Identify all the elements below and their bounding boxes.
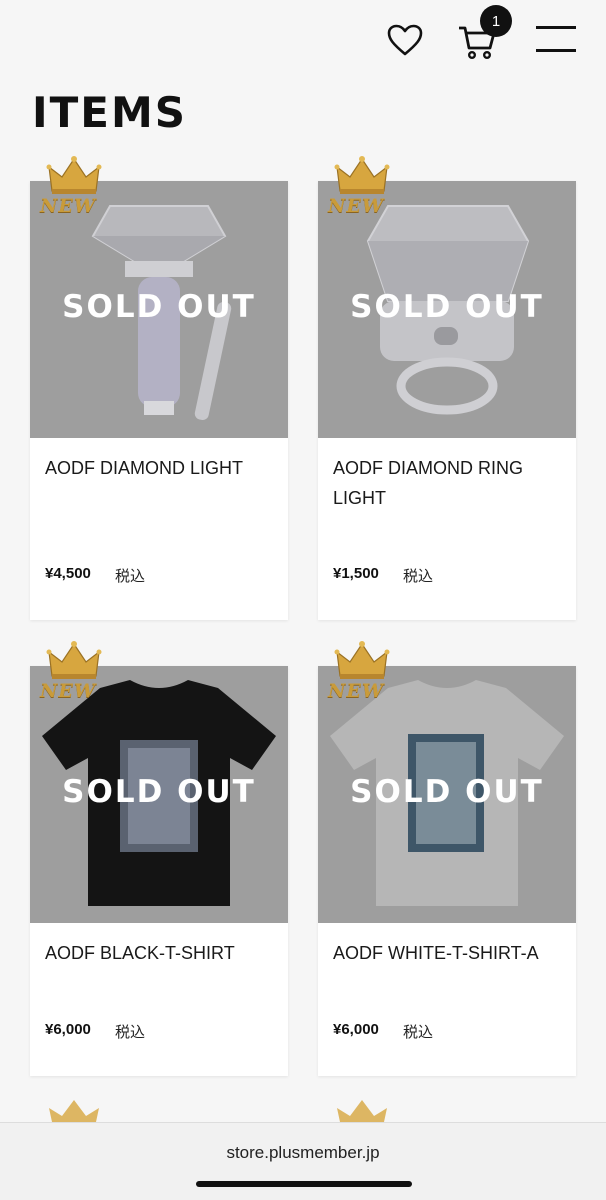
home-indicator[interactable] <box>196 1181 412 1187</box>
top-bar: 1 <box>0 0 606 80</box>
page-title: ITEMS <box>32 88 188 137</box>
sold-out-label: SOLD OUT <box>350 774 544 810</box>
product-card[interactable]: SOLD OUT AODF WHITE-T-SHIRT-A ¥6,000 税込 <box>318 666 576 1076</box>
product-price: ¥4,500 <box>45 565 91 582</box>
crown-icon <box>46 156 102 194</box>
new-badge-label: NEW <box>328 195 385 217</box>
tax-label: 税込 <box>115 1024 146 1041</box>
new-badge: NEW <box>40 640 110 710</box>
new-badge-label: NEW <box>40 680 97 702</box>
url-label[interactable]: store.plusmember.jp <box>0 1143 606 1163</box>
sold-out-label: SOLD OUT <box>62 289 256 325</box>
cart-count-badge: 1 <box>480 5 512 37</box>
product-name[interactable]: AODF DIAMOND LIGHT <box>45 453 273 483</box>
hamburger-menu-icon[interactable] <box>534 26 578 52</box>
new-badge: NEW <box>40 155 110 225</box>
tax-label: 税込 <box>115 568 146 585</box>
crown-icon <box>337 1100 387 1122</box>
new-badge-label: NEW <box>40 195 97 217</box>
crown-icon <box>49 1100 99 1122</box>
tax-label: 税込 <box>403 568 434 585</box>
browser-address-bar: store.plusmember.jp <box>0 1122 606 1200</box>
product-price: ¥6,000 <box>333 1021 379 1038</box>
tax-label: 税込 <box>403 1024 434 1041</box>
product-name[interactable]: AODF BLACK-T-SHIRT <box>45 938 273 968</box>
product-card[interactable]: SOLD OUT AODF BLACK-T-SHIRT ¥6,000 税込 <box>30 666 288 1076</box>
sold-out-label: SOLD OUT <box>350 289 544 325</box>
product-card[interactable]: SOLD OUT AODF DIAMOND LIGHT ¥4,500 税込 <box>30 181 288 620</box>
product-price: ¥6,000 <box>45 1021 91 1038</box>
sold-out-label: SOLD OUT <box>62 774 256 810</box>
new-badge-label: NEW <box>328 680 385 702</box>
heart-icon[interactable] <box>384 20 426 60</box>
crown-icon <box>334 641 390 679</box>
product-name[interactable]: AODF WHITE-T-SHIRT-A <box>333 938 561 968</box>
product-price: ¥1,500 <box>333 565 379 582</box>
new-badge: NEW <box>328 155 398 225</box>
product-card[interactable]: SOLD OUT AODF DIAMOND RING LIGHT ¥1,500 … <box>318 181 576 620</box>
new-badge: NEW <box>328 640 398 710</box>
crown-icon <box>334 156 390 194</box>
product-name[interactable]: AODF DIAMOND RING LIGHT <box>333 453 561 513</box>
crown-icon <box>46 641 102 679</box>
